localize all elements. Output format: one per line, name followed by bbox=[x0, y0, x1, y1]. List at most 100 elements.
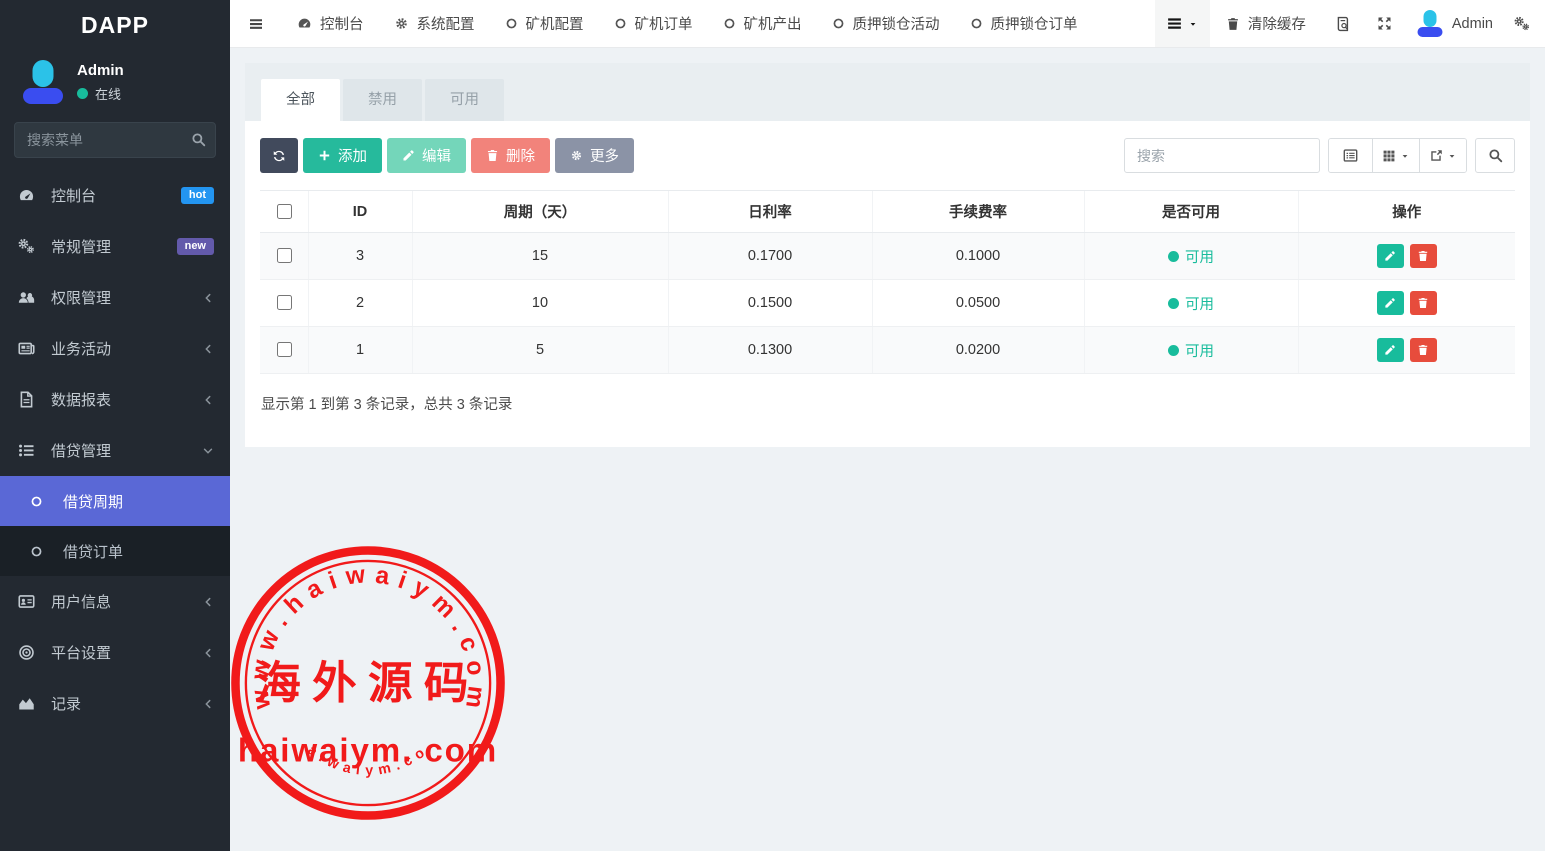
sidebar-item-permissions[interactable]: 权限管理 bbox=[0, 272, 230, 323]
cell-period-days: 5 bbox=[412, 327, 668, 374]
nav-item-label: 矿机订单 bbox=[635, 13, 693, 34]
sidebar-item-user-info[interactable]: 用户信息 bbox=[0, 576, 230, 627]
sidebar-item-records[interactable]: 记录 bbox=[0, 678, 230, 729]
circle-icon bbox=[614, 17, 627, 30]
trash-icon bbox=[486, 149, 499, 162]
gear-icon bbox=[394, 16, 409, 31]
topnav-right: 清除缓存 Admin bbox=[1155, 0, 1545, 47]
cell-fee-rate: 0.0200 bbox=[872, 327, 1084, 374]
sidebar-item-reports[interactable]: 数据报表 bbox=[0, 374, 230, 425]
avatar-head bbox=[1423, 10, 1436, 27]
detail-view-button[interactable] bbox=[1329, 139, 1373, 172]
sidebar-item-label: 平台设置 bbox=[51, 642, 202, 663]
nav-item-system-config[interactable]: 系统配置 bbox=[379, 0, 490, 47]
table-row: 2100.15000.0500可用 bbox=[260, 280, 1515, 327]
search-button[interactable] bbox=[1475, 138, 1515, 173]
sidebar-item-console[interactable]: 控制台hot bbox=[0, 170, 230, 221]
tab-available[interactable]: 可用 bbox=[425, 79, 504, 121]
sidebar-item-lending[interactable]: 借贷管理 bbox=[0, 425, 230, 476]
nav-item-console[interactable]: 控制台 bbox=[282, 0, 379, 47]
avatar bbox=[22, 60, 64, 104]
log-icon[interactable] bbox=[1322, 16, 1364, 32]
row-edit-button[interactable] bbox=[1377, 291, 1404, 315]
tab-disabled[interactable]: 禁用 bbox=[343, 79, 422, 121]
row-edit-button[interactable] bbox=[1377, 244, 1404, 268]
avatar-body bbox=[1417, 27, 1442, 37]
nav-item-label: 控制台 bbox=[320, 13, 364, 34]
settings-gear-icon[interactable] bbox=[1505, 16, 1545, 32]
row-checkbox[interactable] bbox=[277, 248, 292, 263]
row-select-cell bbox=[260, 327, 308, 374]
table-head: ID周期（天）日利率手续费率是否可用操作 bbox=[260, 191, 1515, 233]
list-dropdown-toggle[interactable] bbox=[1155, 0, 1210, 47]
nav-item-miner-output[interactable]: 矿机产出 bbox=[708, 0, 817, 47]
badge-new: new bbox=[177, 238, 214, 255]
cogs-icon bbox=[18, 238, 44, 255]
user-status: 在线 bbox=[77, 84, 124, 103]
admin-menu[interactable]: Admin bbox=[1405, 10, 1505, 37]
nav-item-label: 矿机产出 bbox=[744, 13, 802, 34]
nav-item-miner-config[interactable]: 矿机配置 bbox=[490, 0, 599, 47]
delete-button[interactable]: 删除 bbox=[471, 138, 550, 173]
chevron-left-icon bbox=[202, 647, 214, 659]
nav-item-pledge-activities[interactable]: 质押锁仓活动 bbox=[817, 0, 955, 47]
export-button[interactable] bbox=[1420, 139, 1466, 172]
cell-period-days: 10 bbox=[412, 280, 668, 327]
edit-button[interactable]: 编辑 bbox=[387, 138, 466, 173]
sidebar-item-label: 借贷周期 bbox=[63, 491, 214, 512]
user-meta: Admin 在线 bbox=[77, 62, 124, 103]
add-button[interactable]: 添加 bbox=[303, 138, 382, 173]
row-edit-button[interactable] bbox=[1377, 338, 1404, 362]
column-header: 手续费率 bbox=[872, 191, 1084, 233]
chevron-left-icon bbox=[202, 292, 214, 304]
circle-icon bbox=[505, 17, 518, 30]
sidebar-item-label: 用户信息 bbox=[51, 591, 202, 612]
table-search-input[interactable] bbox=[1124, 138, 1320, 173]
table-row: 150.13000.0200可用 bbox=[260, 327, 1515, 374]
sidebar-search-input[interactable] bbox=[14, 122, 216, 158]
clear-cache-button[interactable]: 清除缓存 bbox=[1210, 13, 1322, 34]
clear-cache-label: 清除缓存 bbox=[1248, 13, 1306, 34]
column-header: 是否可用 bbox=[1084, 191, 1298, 233]
online-dot bbox=[77, 88, 88, 99]
more-label: 更多 bbox=[590, 145, 619, 166]
row-delete-button[interactable] bbox=[1410, 244, 1437, 268]
more-button[interactable]: 更多 bbox=[555, 138, 634, 173]
sidebar-item-lending-orders[interactable]: 借贷订单 bbox=[0, 526, 230, 576]
nav-item-pledge-orders[interactable]: 质押锁仓订单 bbox=[955, 0, 1093, 47]
sidebar-item-general[interactable]: 常规管理new bbox=[0, 221, 230, 272]
topnav: 控制台系统配置矿机配置 矿机订单 矿机产出质押锁仓活动质押锁仓订单 清除缓存 Adm… bbox=[230, 0, 1545, 48]
fullscreen-icon[interactable] bbox=[1364, 16, 1405, 31]
cell-fee-rate: 0.1000 bbox=[872, 233, 1084, 280]
refresh-button[interactable] bbox=[260, 138, 298, 173]
column-header: ID bbox=[308, 191, 412, 233]
row-checkbox[interactable] bbox=[277, 295, 292, 310]
row-delete-button[interactable] bbox=[1410, 338, 1437, 362]
sidebar-item-lending-period[interactable]: 借贷周期 bbox=[0, 476, 230, 526]
list-icon bbox=[18, 442, 44, 459]
sidebar-item-label: 数据报表 bbox=[51, 389, 202, 410]
sidebar-item-label: 借贷管理 bbox=[51, 440, 202, 461]
row-checkbox[interactable] bbox=[277, 342, 292, 357]
row-delete-button[interactable] bbox=[1410, 291, 1437, 315]
cell-id: 2 bbox=[308, 280, 412, 327]
hamburger-icon[interactable] bbox=[230, 16, 282, 32]
cell-daily-rate: 0.1700 bbox=[668, 233, 872, 280]
columns-button[interactable] bbox=[1373, 139, 1420, 172]
status-badge: 可用 bbox=[1168, 340, 1214, 361]
cell-daily-rate: 0.1300 bbox=[668, 327, 872, 374]
sidebar-item-platform[interactable]: 平台设置 bbox=[0, 627, 230, 678]
sidebar-item-business[interactable]: 业务活动 bbox=[0, 323, 230, 374]
tab-all[interactable]: 全部 bbox=[261, 79, 340, 121]
nav-item-miner-orders[interactable]: 矿机订单 bbox=[599, 0, 708, 47]
plus-icon bbox=[318, 149, 331, 162]
cell-fee-rate: 0.0500 bbox=[872, 280, 1084, 327]
data-table: ID周期（天）日利率手续费率是否可用操作 3150.17000.1000可用21… bbox=[260, 190, 1515, 374]
gear-icon bbox=[570, 149, 583, 162]
table-body: 3150.17000.1000可用2100.15000.0500可用150.13… bbox=[260, 233, 1515, 374]
add-label: 添加 bbox=[338, 145, 367, 166]
chevron-left-icon bbox=[202, 698, 214, 710]
chevron-left-icon bbox=[202, 596, 214, 608]
users-icon bbox=[18, 289, 44, 306]
select-all-checkbox[interactable] bbox=[277, 204, 292, 219]
